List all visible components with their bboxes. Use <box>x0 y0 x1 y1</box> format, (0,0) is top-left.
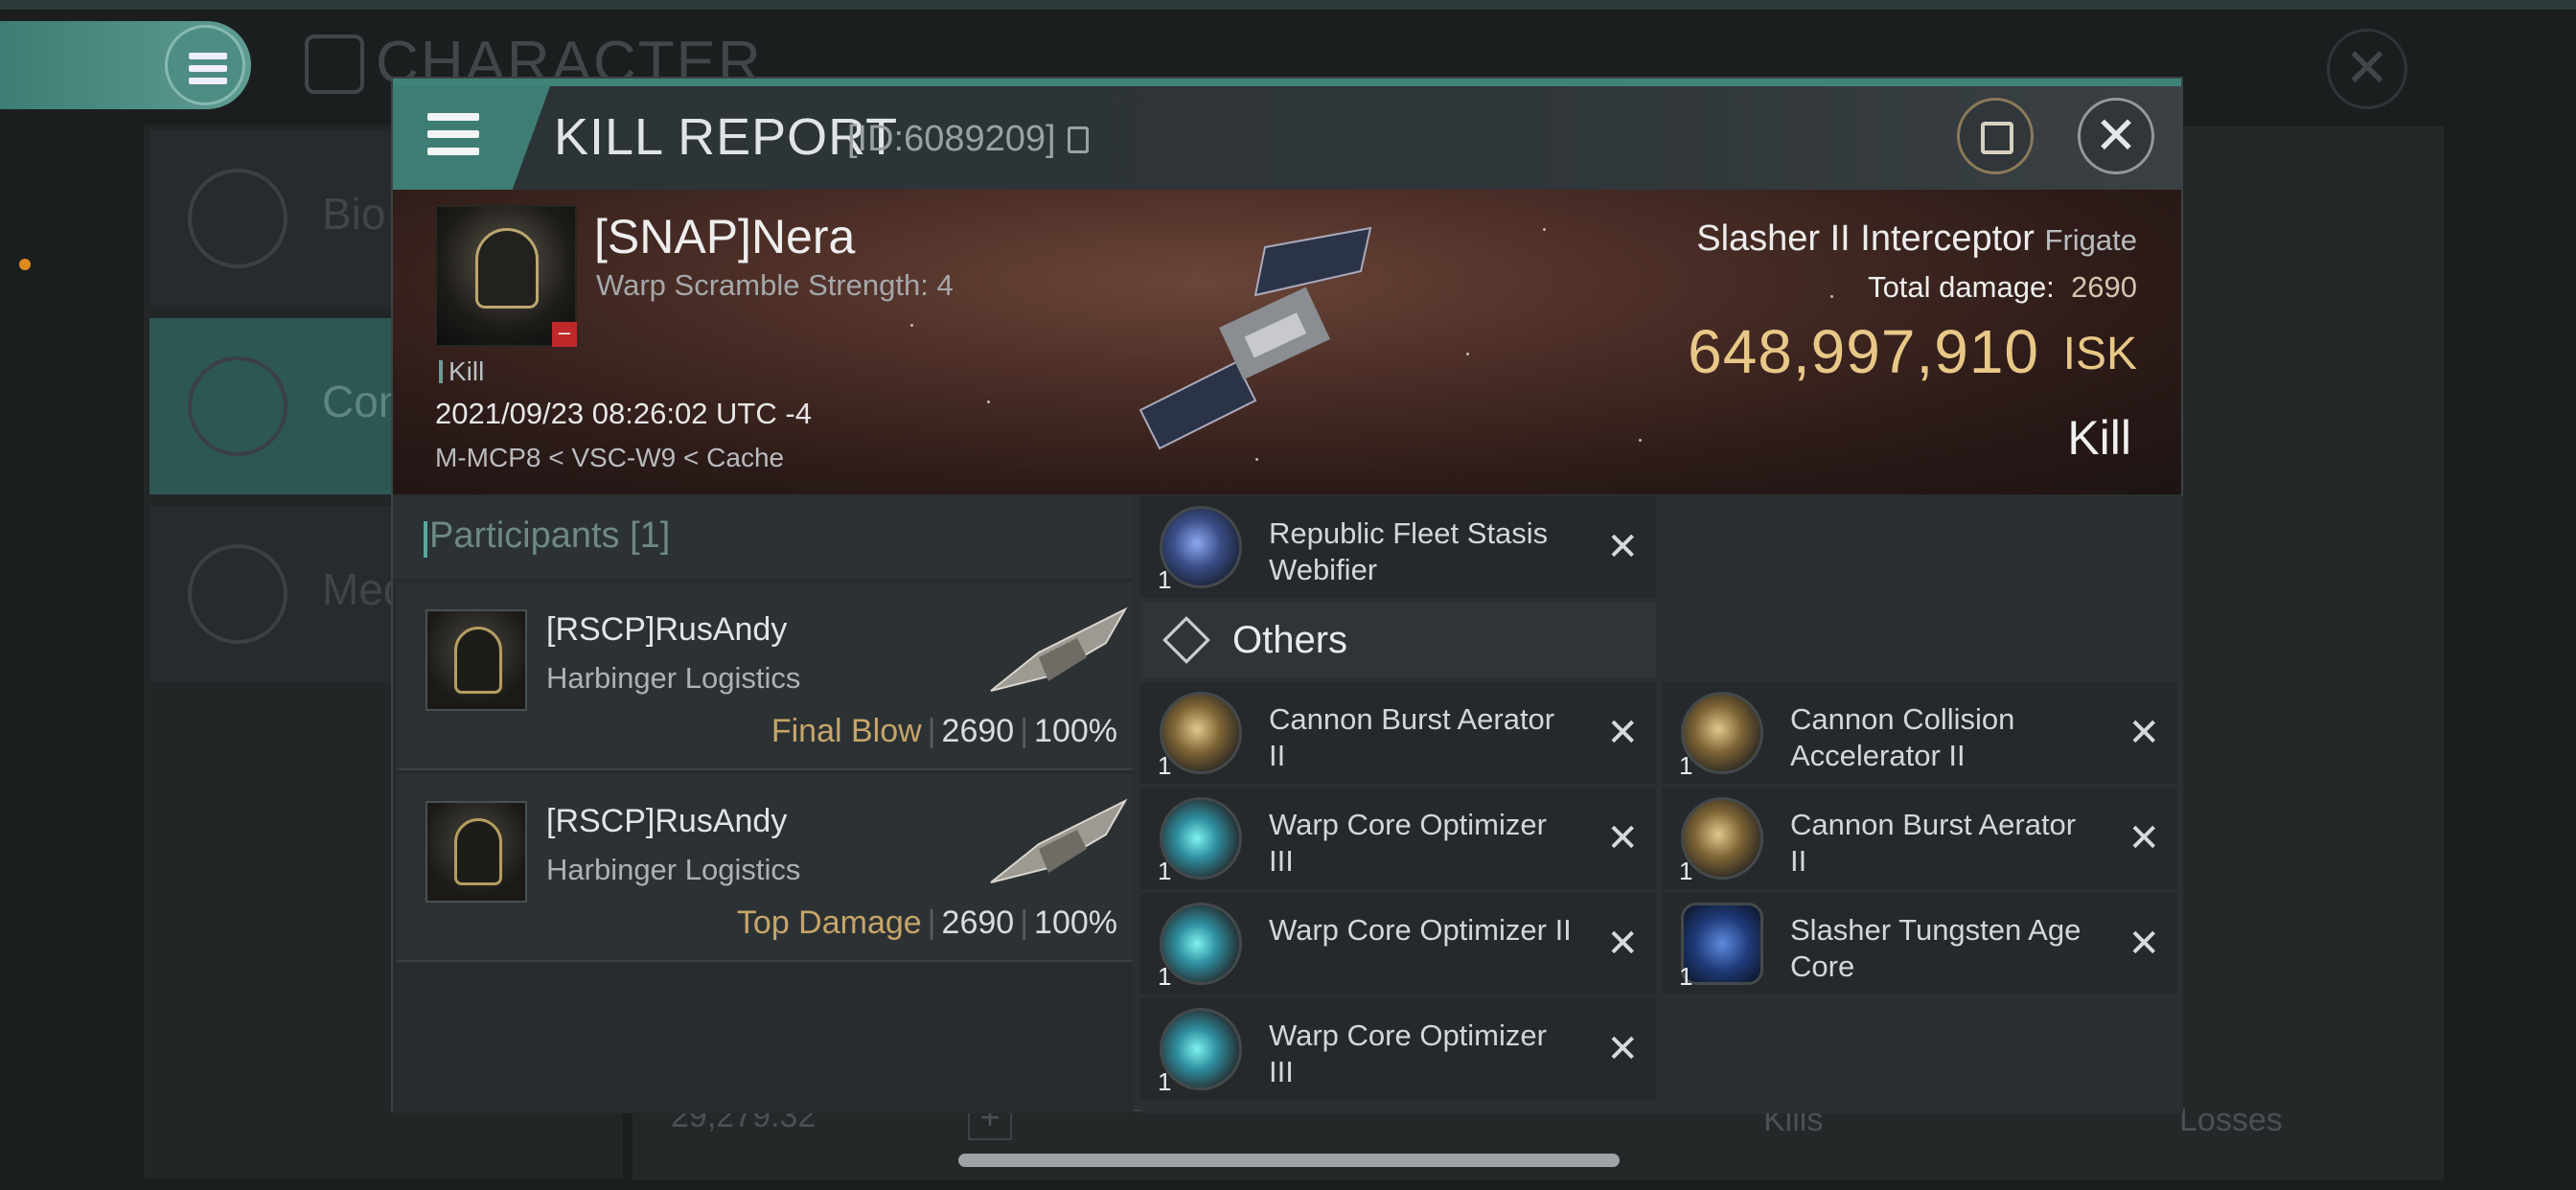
destroyed-icon: ✕ <box>1606 712 1639 754</box>
star-icon <box>188 544 288 644</box>
isk-value: 648,997,910 <box>1688 317 2039 386</box>
share-icon <box>1981 122 2013 154</box>
bio-icon <box>188 169 288 268</box>
others-header: Others <box>1140 602 1656 678</box>
notification-dot <box>19 259 31 270</box>
destroyed-icon: ✕ <box>2128 923 2160 965</box>
result-label: Kill <box>2067 411 2131 465</box>
destroyed-icon: ✕ <box>1606 817 1639 859</box>
rig-icon <box>1681 797 1763 880</box>
rig-icon <box>1160 692 1242 774</box>
warp-core-icon <box>1160 903 1242 985</box>
participant-stats: Top Damage | 2690 | 100% <box>736 904 1117 941</box>
destroyed-icon: ✕ <box>2128 817 2160 859</box>
item-row[interactable]: 1 Cannon Burst Aerator II ✕ <box>1662 788 2177 889</box>
crossed-swords-icon <box>188 356 288 456</box>
victim-subtitle: Warp Scramble Strength: 4 <box>596 268 954 302</box>
main-menu-button[interactable] <box>0 21 251 109</box>
close-icon[interactable]: ✕ <box>2327 29 2407 109</box>
participant-name: [RSCP]RusAndy <box>546 611 788 648</box>
warp-core-icon <box>1160 1008 1242 1090</box>
item-row[interactable]: 1 Warp Core Optimizer III ✕ <box>1140 788 1656 889</box>
kill-tag: Kill <box>439 356 484 387</box>
share-button[interactable] <box>1957 98 2034 174</box>
isk-unit: ISK <box>2062 329 2137 379</box>
item-row[interactable]: 1 Warp Core Optimizer II ✕ <box>1140 893 1656 995</box>
item-row[interactable]: 1 Warp Core Optimizer III ✕ <box>1140 998 1656 1100</box>
home-indicator[interactable] <box>958 1154 1620 1167</box>
victim-portrait[interactable]: – <box>435 205 577 347</box>
close-button[interactable]: ✕ <box>2078 98 2154 174</box>
participants-panel: Participants [1] [RSCP]RusAndy Harbinger… <box>393 496 1133 1113</box>
item-row[interactable]: 1 Cannon Collision Accelerator II ✕ <box>1662 682 2177 784</box>
items-panel: 1 Republic Fleet Stasis Webifier ✕ Other… <box>1140 496 2183 1113</box>
participant-row[interactable]: [RSCP]RusAndy Harbinger Logistics Top Da… <box>397 774 1133 962</box>
destroyed-icon: ✕ <box>1606 923 1639 965</box>
victim-ship-image <box>1138 226 1372 450</box>
kill-datetime: 2021/09/23 08:26:02 UTC -4 <box>435 397 812 430</box>
kill-id: [ID:6089209] <box>847 119 1056 159</box>
copy-icon[interactable] <box>1068 126 1089 153</box>
warp-core-icon <box>1160 797 1242 880</box>
core-icon <box>1681 903 1763 985</box>
item-row[interactable]: 1 Cannon Burst Aerator II ✕ <box>1140 682 1656 784</box>
destroyed-icon: ✕ <box>1606 1028 1639 1070</box>
webifier-icon <box>1160 506 1242 588</box>
rig-icon <box>1681 692 1763 774</box>
kill-report-window: KILL REPORT [ID:6089209] ✕ – Kill [SNAP]… <box>391 77 2183 1113</box>
participant-ship: Harbinger Logistics <box>546 661 801 695</box>
kill-location[interactable]: M-MCP8 < VSC-W9 < Cache <box>435 443 784 473</box>
total-damage: Total damage: 2690 <box>1868 270 2137 304</box>
item-row[interactable]: 1 Slasher Tungsten Age Core ✕ <box>1662 893 2177 995</box>
destroyed-icon: ✕ <box>1606 526 1639 568</box>
participant-ship-image <box>990 606 1128 692</box>
item-row-webifier[interactable]: 1 Republic Fleet Stasis Webifier ✕ <box>1140 496 1656 598</box>
participants-header[interactable]: Participants [1] <box>393 496 1133 579</box>
destroyed-icon: ✕ <box>2128 712 2160 754</box>
participant-avatar <box>426 609 527 711</box>
hamburger-icon <box>165 25 245 105</box>
cargo-cube-icon <box>1162 616 1210 664</box>
character-icon <box>305 34 364 94</box>
victim-name[interactable]: [SNAP]Nera <box>594 209 855 264</box>
victim-banner: – Kill [SNAP]Nera Warp Scramble Strength… <box>393 190 2181 494</box>
participant-ship: Harbinger Logistics <box>546 853 801 886</box>
participant-ship-image <box>990 798 1128 883</box>
hostile-badge: – <box>552 322 577 347</box>
participant-row[interactable]: [RSCP]RusAndy Harbinger Logistics Final … <box>397 583 1133 770</box>
losses-tab[interactable]: Losses <box>2179 1102 2283 1139</box>
victim-ship-name[interactable]: Slasher II Interceptor Frigate <box>1696 218 2137 260</box>
participant-avatar <box>426 801 527 903</box>
participant-name: [RSCP]RusAndy <box>546 803 788 839</box>
status-bar <box>0 0 2576 10</box>
participant-stats: Final Blow | 2690 | 100% <box>770 713 1117 749</box>
